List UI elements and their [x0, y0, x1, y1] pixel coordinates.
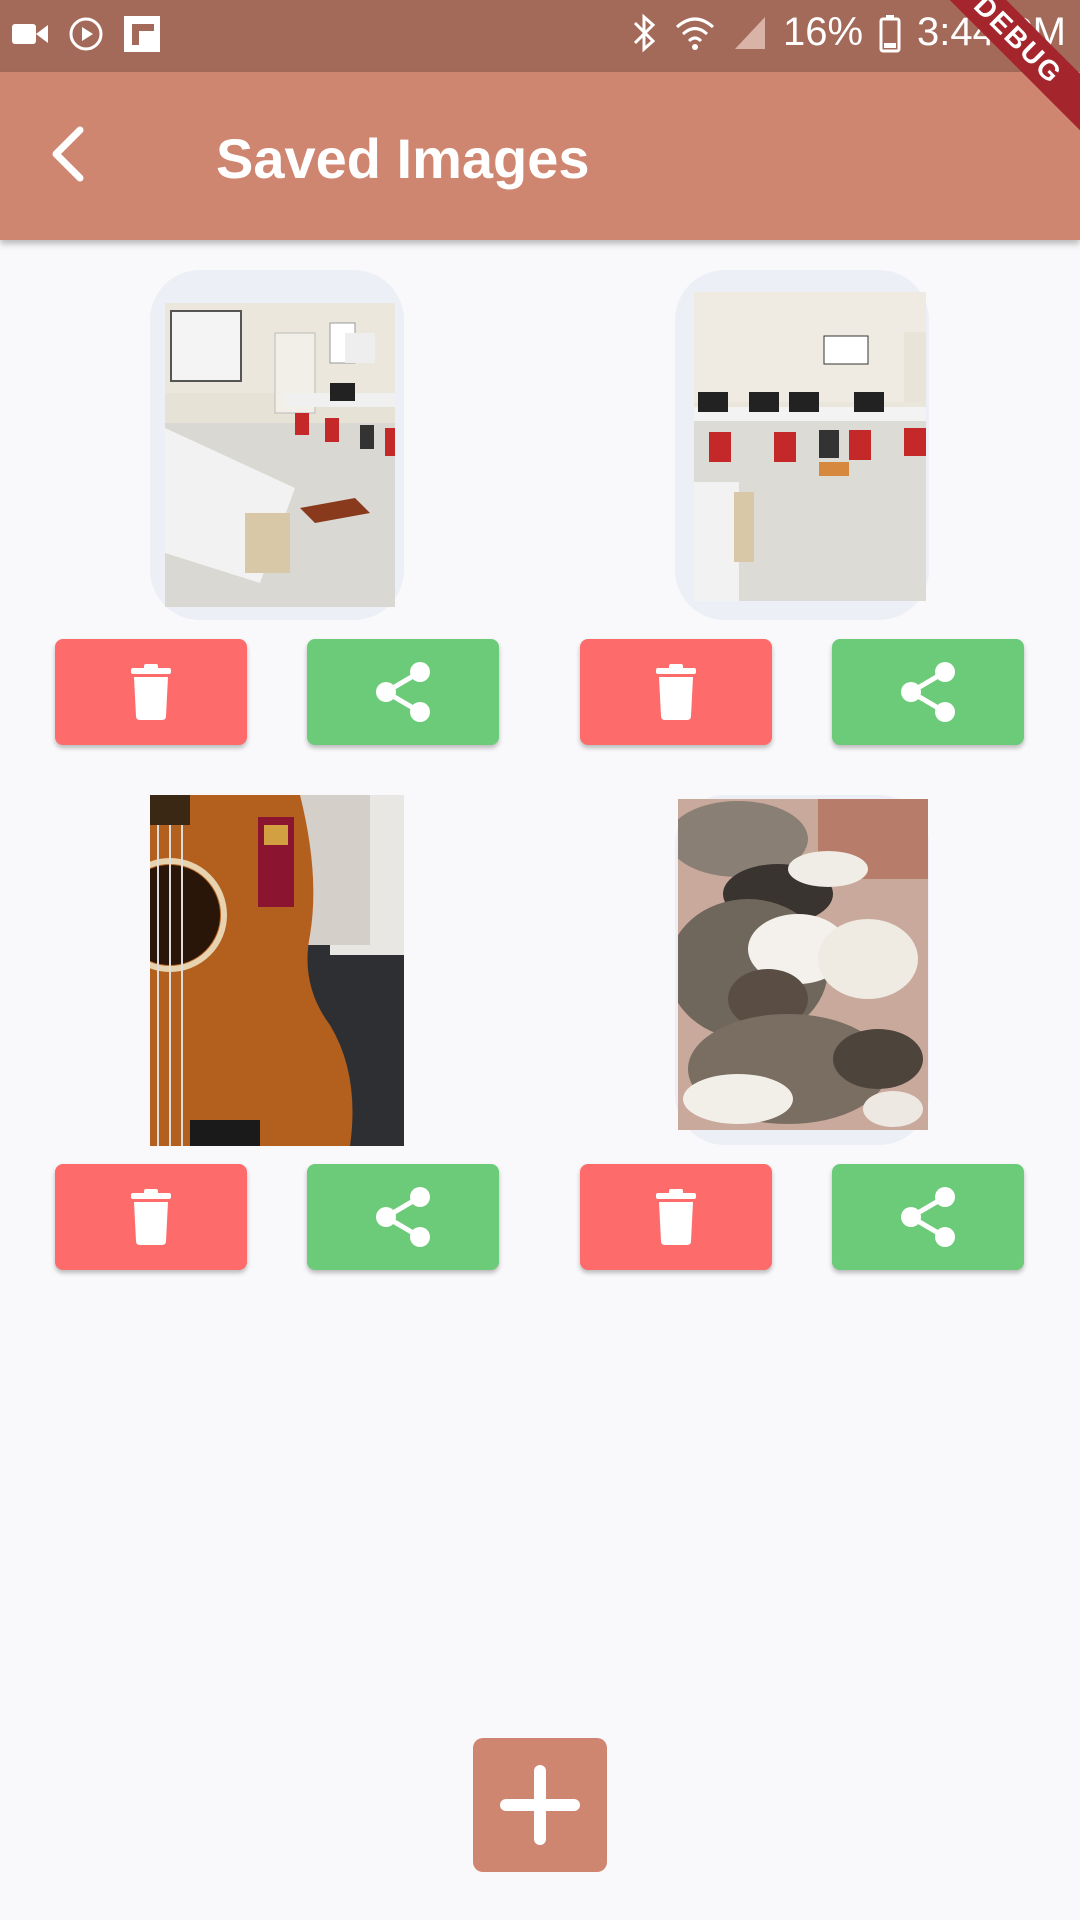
trash-icon	[131, 664, 171, 720]
trash-icon	[131, 1189, 171, 1245]
app-bar: Saved Images	[0, 72, 1080, 240]
share-icon	[376, 1187, 430, 1247]
video-icon	[12, 24, 48, 44]
plus-icon	[500, 1765, 580, 1845]
saved-image-kittens[interactable]	[678, 799, 928, 1130]
battery-percent: 16%	[782, 10, 864, 54]
delete-button[interactable]	[55, 639, 247, 745]
signal-icon	[734, 16, 765, 49]
share-icon	[901, 662, 955, 722]
saved-image-guitar[interactable]	[150, 795, 404, 1146]
page-title: Saved Images	[216, 127, 590, 190]
delete-button[interactable]	[55, 1164, 247, 1270]
flipboard-icon	[124, 16, 160, 52]
play-circle-icon	[69, 17, 103, 51]
saved-image-computer-lab[interactable]	[694, 292, 926, 601]
status-left-icons	[10, 14, 162, 54]
share-button[interactable]	[307, 639, 499, 745]
trash-icon	[656, 1189, 696, 1245]
add-image-button[interactable]	[473, 1738, 607, 1872]
delete-button[interactable]	[580, 639, 772, 745]
delete-button[interactable]	[580, 1164, 772, 1270]
trash-icon	[656, 664, 696, 720]
battery-icon	[879, 14, 901, 52]
share-button[interactable]	[832, 1164, 1024, 1270]
share-icon	[901, 1187, 955, 1247]
saved-image-classroom[interactable]	[165, 303, 395, 607]
share-icon	[376, 662, 430, 722]
share-button[interactable]	[832, 639, 1024, 745]
bluetooth-icon	[633, 13, 656, 52]
wifi-icon	[675, 17, 714, 50]
chevron-left-icon[interactable]	[40, 122, 104, 186]
status-bar: 16% 3:44 PM	[0, 0, 1080, 72]
share-button[interactable]	[307, 1164, 499, 1270]
